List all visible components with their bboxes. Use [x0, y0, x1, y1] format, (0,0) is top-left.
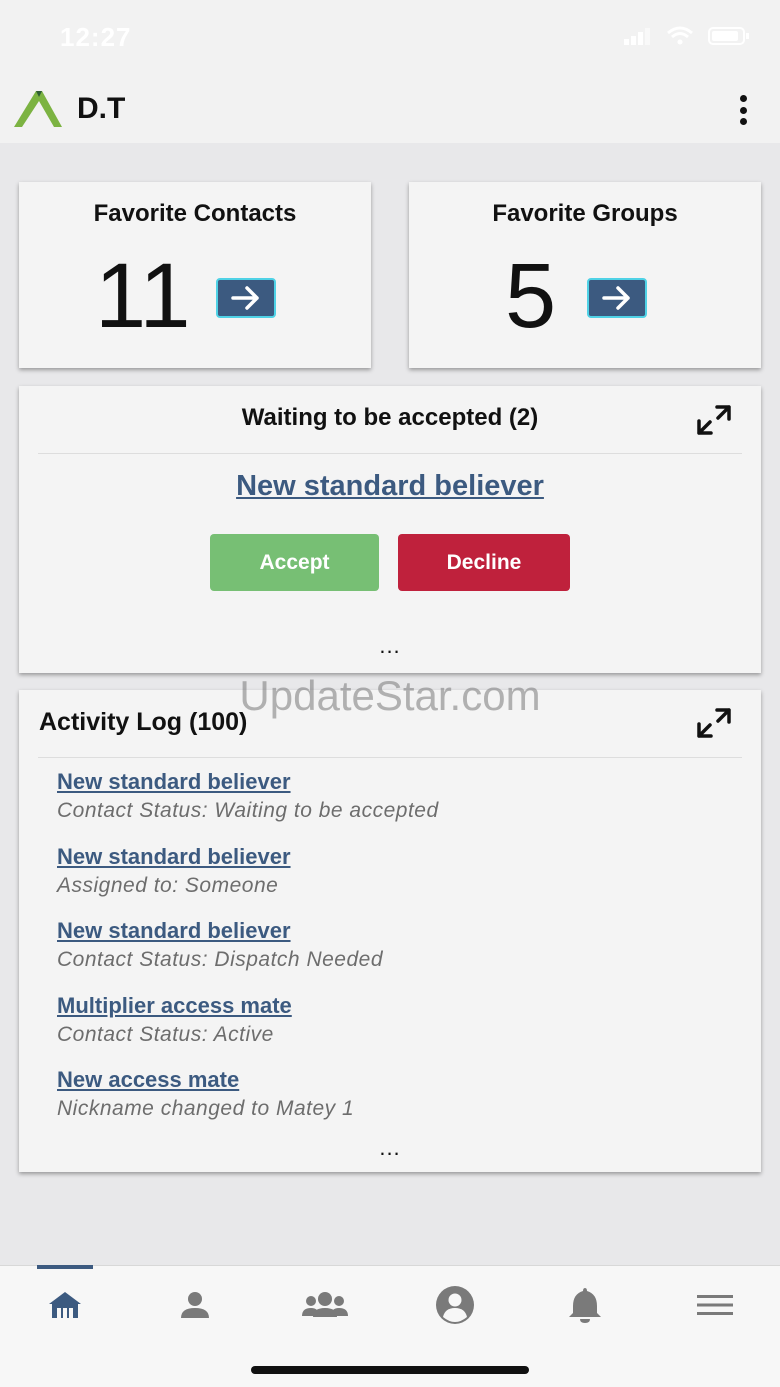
- favorite-groups-card: Favorite Groups 5: [409, 182, 761, 368]
- activity-list: New standard believer Contact Status: Wa…: [57, 768, 741, 1141]
- waiting-to-be-accepted-card: Waiting to be accepted (2) New standard …: [19, 386, 761, 673]
- favorite-contacts-title: Favorite Contacts: [93, 200, 297, 227]
- status-bar: 12:27: [0, 0, 780, 75]
- activity-item-detail: Assigned to: Someone: [57, 873, 279, 897]
- activity-log-title: Activity Log (100): [39, 708, 248, 736]
- status-time: 12:27: [60, 22, 132, 52]
- arrow-right-icon: [231, 286, 259, 310]
- waiting-title: Waiting to be accepted (2): [241, 404, 539, 431]
- active-tab-indicator: [37, 1265, 93, 1269]
- divider: [38, 453, 742, 454]
- favorite-groups-title: Favorite Groups: [492, 200, 678, 227]
- tab-contacts[interactable]: [165, 1284, 225, 1326]
- signal-icon: [624, 28, 650, 45]
- battery-icon: [708, 27, 749, 45]
- activity-item: New standard believer Assigned to: Someo…: [57, 843, 741, 918]
- activity-log-card: Activity Log (100) New standard believer…: [19, 690, 761, 1172]
- activity-item-detail: Contact Status: Dispatch Needed: [57, 948, 384, 971]
- account-circle-icon: [436, 1286, 474, 1324]
- tab-home[interactable]: [35, 1284, 95, 1326]
- activity-item-detail: Nickname changed to Matey 1: [57, 1097, 355, 1120]
- wifi-icon: [667, 26, 693, 45]
- activity-more-link[interactable]: ...: [19, 1135, 761, 1161]
- home-indicator: [251, 1366, 529, 1374]
- favorite-contacts-count: 11: [95, 245, 191, 347]
- menu-icon: [697, 1295, 733, 1315]
- activity-item: New standard believer Contact Status: Wa…: [57, 768, 741, 843]
- home-icon: [49, 1292, 81, 1318]
- favorite-contacts-card: Favorite Contacts 11: [19, 182, 371, 368]
- activity-item-detail: Contact Status: Active: [57, 1022, 274, 1046]
- favorite-groups-arrow-button[interactable]: [587, 278, 647, 318]
- activity-item-link[interactable]: New access mate: [57, 1066, 741, 1094]
- activity-item: New access mate Nickname changed to Mate…: [57, 1066, 741, 1141]
- activity-item-link[interactable]: Multiplier access mate: [57, 992, 741, 1020]
- accept-button[interactable]: Accept: [210, 534, 379, 591]
- more-options-icon[interactable]: [736, 95, 750, 125]
- arrow-right-icon: [602, 286, 630, 310]
- waiting-more-link[interactable]: ...: [19, 633, 761, 659]
- activity-item-detail: Contact Status: Waiting to be accepted: [57, 799, 439, 822]
- activity-item: Multiplier access mate Contact Status: A…: [57, 992, 741, 1067]
- person-icon: [181, 1292, 209, 1318]
- activity-item-link[interactable]: New standard believer: [57, 843, 741, 871]
- tab-profile[interactable]: [425, 1284, 485, 1326]
- app-title: D.T: [77, 92, 126, 125]
- expand-icon[interactable]: [695, 403, 733, 437]
- bell-icon: [569, 1288, 601, 1323]
- status-icons: [624, 26, 750, 46]
- divider: [38, 757, 742, 758]
- groups-icon: [302, 1292, 348, 1317]
- favorite-groups-count: 5: [505, 245, 557, 347]
- activity-item-link[interactable]: New standard believer: [57, 768, 741, 796]
- tab-menu[interactable]: [685, 1284, 745, 1326]
- decline-button[interactable]: Decline: [398, 534, 570, 591]
- activity-item-link[interactable]: New standard believer: [57, 917, 741, 945]
- favorite-contacts-arrow-button[interactable]: [216, 278, 276, 318]
- waiting-contact-link[interactable]: New standard believer: [19, 470, 761, 503]
- tab-notifications[interactable]: [555, 1284, 615, 1326]
- expand-icon[interactable]: [695, 706, 733, 740]
- activity-item: New standard believer Contact Status: Di…: [57, 917, 741, 992]
- app-header: D.T: [0, 75, 780, 143]
- app-logo-icon: [14, 91, 62, 127]
- tab-groups[interactable]: [295, 1284, 355, 1326]
